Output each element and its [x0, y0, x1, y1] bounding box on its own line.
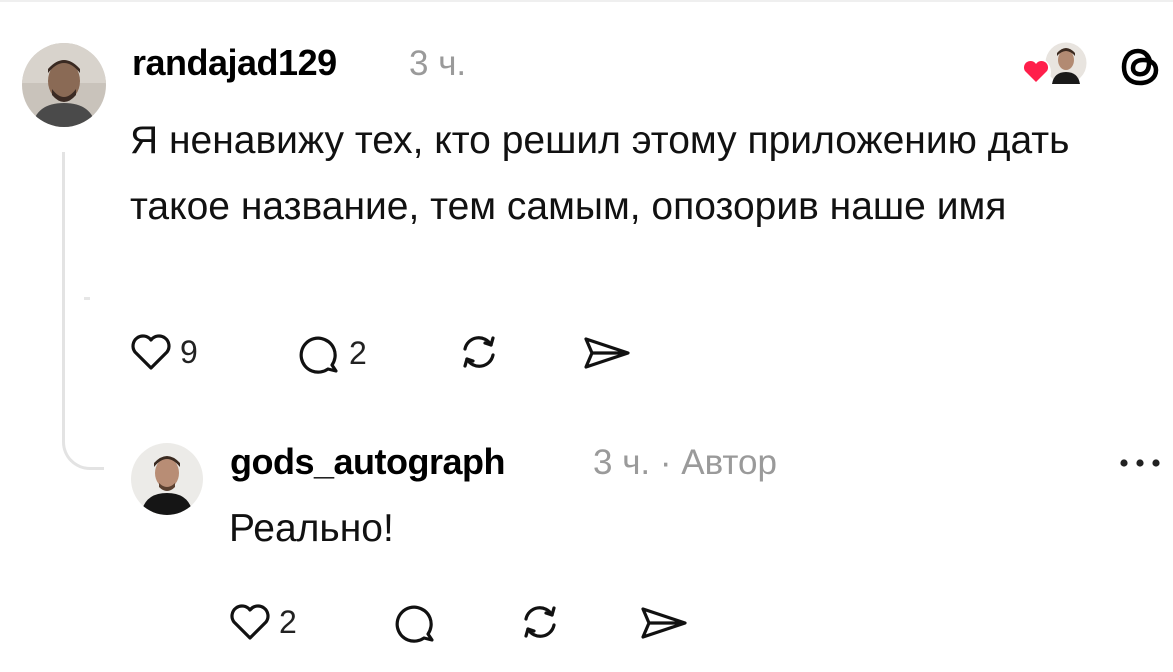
- reply-share-button[interactable]: [639, 603, 689, 643]
- reply-like-button[interactable]: 2: [229, 603, 297, 641]
- repost-icon: [524, 606, 556, 638]
- post-text: Я ненавижу тех, кто решил этому приложен…: [130, 119, 1070, 228]
- comment-icon: [395, 605, 434, 643]
- reply-avatar[interactable]: [131, 443, 203, 515]
- comment-icon: [299, 336, 338, 374]
- thread-connector-tick: [84, 297, 90, 300]
- avatar-image: [131, 443, 203, 515]
- username[interactable]: randajad129: [132, 42, 337, 84]
- avatar[interactable]: [22, 43, 106, 127]
- repost-icon: [463, 336, 495, 368]
- heart-icon: [131, 334, 171, 370]
- reply-username[interactable]: gods_autograph: [230, 441, 506, 483]
- reply-meta: 3 ч. · Автор: [593, 443, 777, 482]
- heart-icon: [230, 604, 270, 640]
- share-button[interactable]: [582, 333, 632, 373]
- reply-text: Реально!: [229, 507, 394, 550]
- like-count: 9: [180, 333, 198, 370]
- liked-by-author-indicator[interactable]: [1016, 36, 1094, 92]
- heart-icon: [1021, 57, 1051, 87]
- share-icon: [641, 607, 687, 639]
- comment-button[interactable]: 2: [297, 332, 367, 374]
- more-icon[interactable]: [1118, 456, 1162, 470]
- avatar-image: [22, 43, 106, 127]
- share-icon: [584, 337, 630, 369]
- reply-like-count: 2: [279, 603, 297, 640]
- post-timestamp: 3 ч.: [409, 44, 467, 83]
- threads-icon[interactable]: [1116, 42, 1164, 90]
- reply-repost-button[interactable]: [517, 601, 563, 643]
- thread-connector-line: [62, 152, 104, 470]
- like-button[interactable]: 9: [130, 333, 198, 371]
- top-divider: [0, 0, 1173, 2]
- reply-count: 2: [349, 334, 367, 371]
- reply-comment-button[interactable]: [393, 601, 437, 643]
- author-mini-avatar: [1042, 39, 1090, 87]
- repost-button[interactable]: [456, 331, 502, 373]
